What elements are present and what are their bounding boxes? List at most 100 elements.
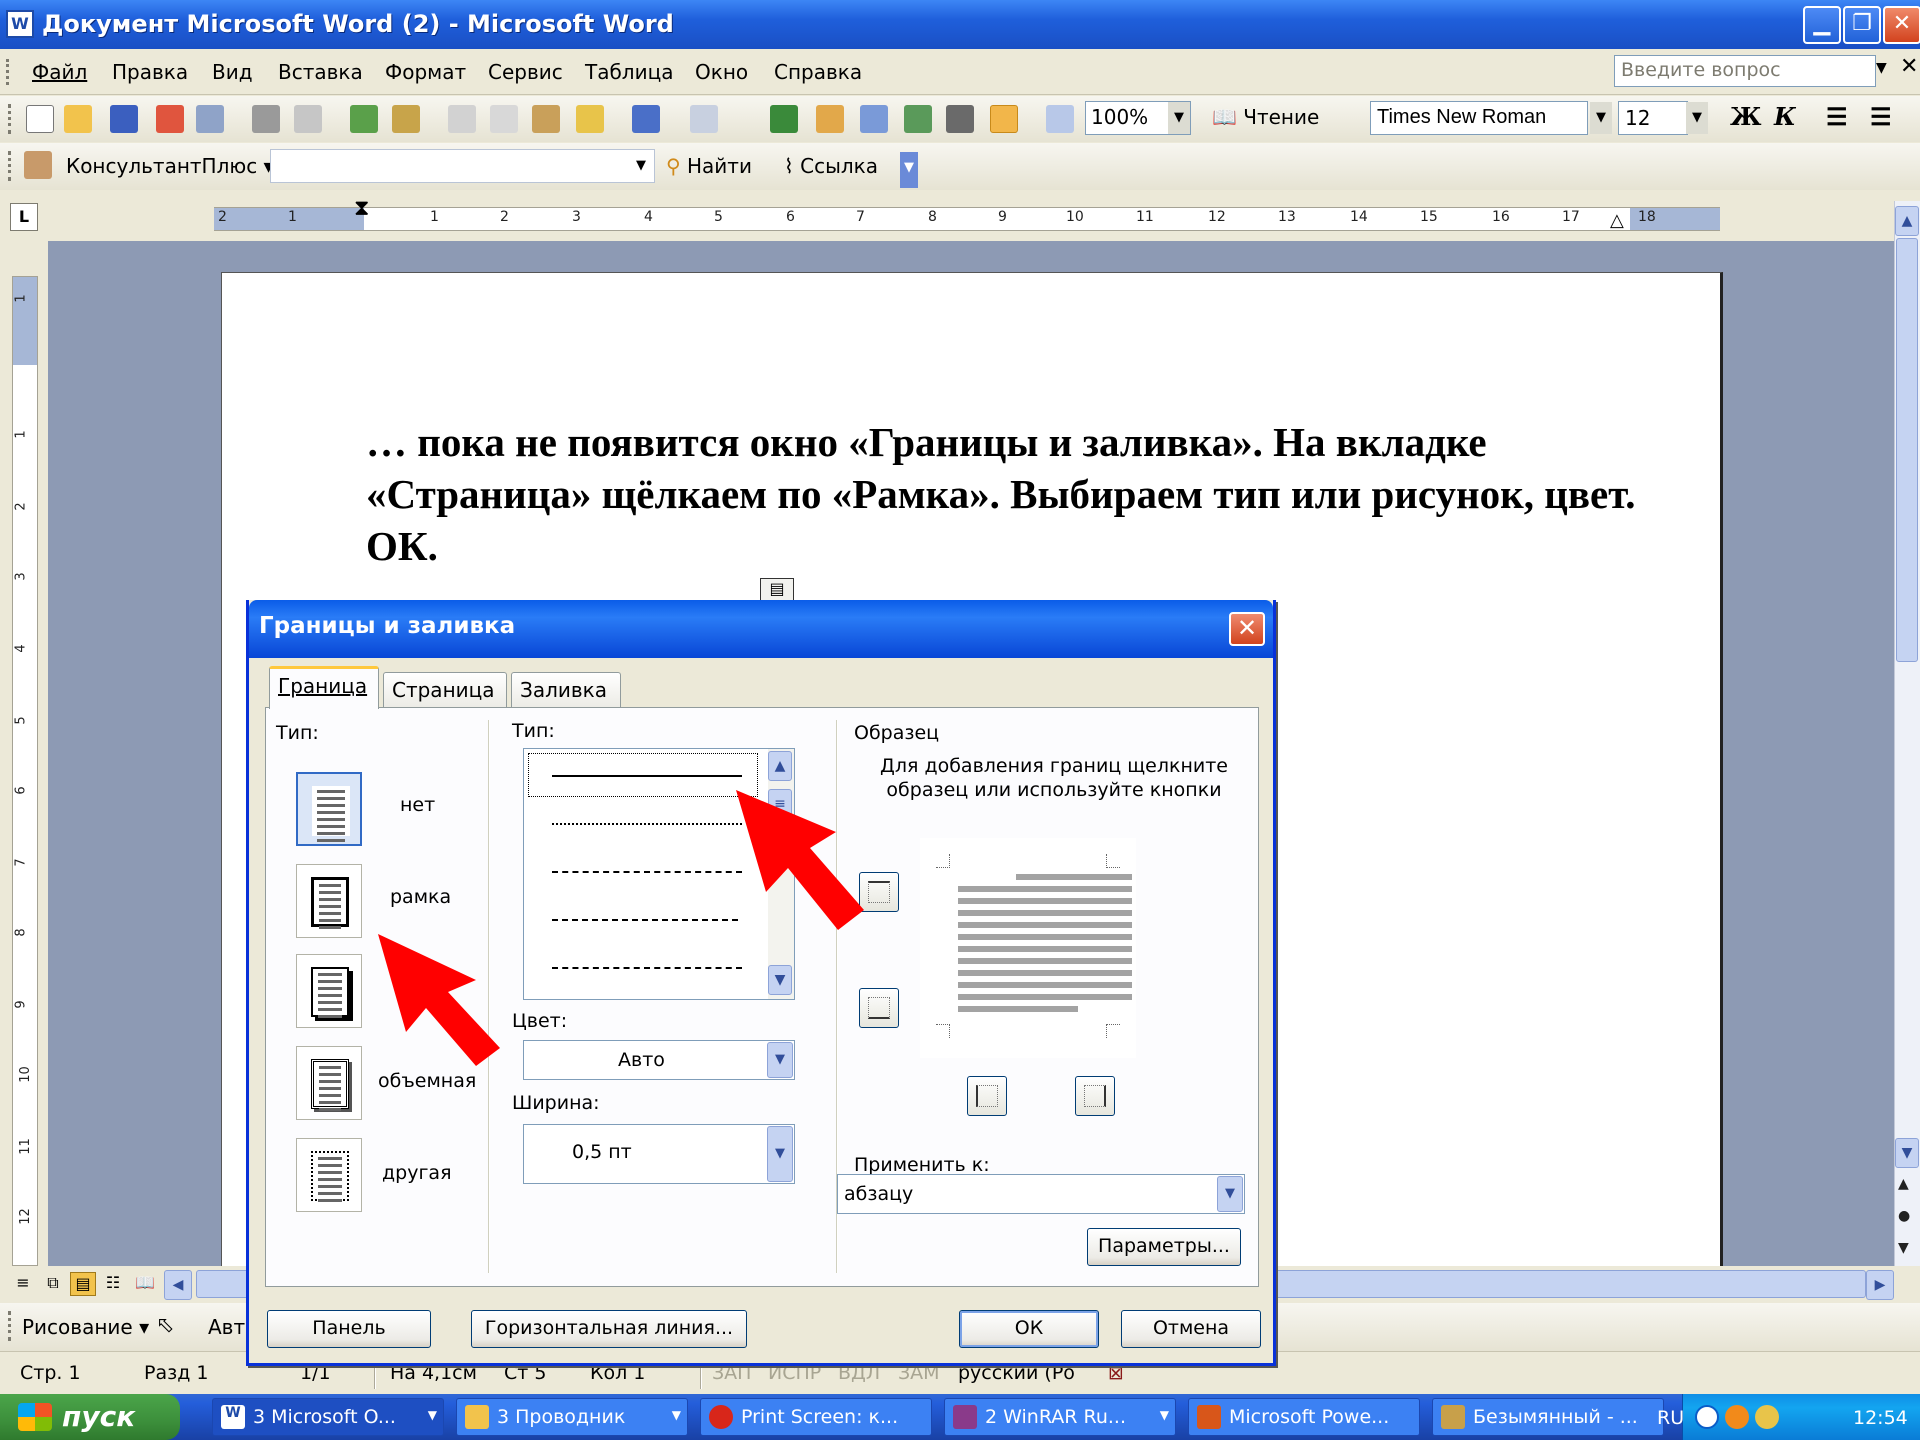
document-map-icon[interactable]	[1046, 105, 1074, 133]
line-style-dashed[interactable]	[552, 871, 742, 873]
minimize-button[interactable]: ▁	[1803, 6, 1841, 44]
task-opera[interactable]: Print Screen: к...	[700, 1398, 932, 1436]
horizontal-ruler[interactable]: 2 1 1 2 3 4 5 6 7 8 9 10 11 12 13 14 15 …	[214, 196, 1720, 231]
scroll-down-button[interactable]: ▼	[768, 965, 792, 995]
document-paragraph[interactable]: … пока не появится окно «Границы и залив…	[366, 416, 1656, 572]
format-painter-icon[interactable]	[576, 105, 604, 133]
setting-shadow-button[interactable]	[296, 954, 362, 1028]
hyperlink-icon[interactable]	[770, 105, 798, 133]
line-style-dotted[interactable]	[552, 823, 742, 825]
menu-table[interactable]: Таблица	[585, 60, 673, 84]
ok-button[interactable]: ОК	[959, 1310, 1099, 1348]
task-winrar[interactable]: 2 WinRAR Ru... ▼	[944, 1398, 1176, 1436]
insert-excel-icon[interactable]	[904, 105, 932, 133]
vertical-ruler[interactable]: 1 1 2 3 4 5 6 7 8 9 10 11 12	[12, 276, 38, 1266]
outline-view-icon[interactable]: ☷	[100, 1272, 126, 1296]
bold-button[interactable]: Ж	[1730, 102, 1762, 131]
menu-edit[interactable]: Правка	[112, 60, 188, 84]
toolbar-grip[interactable]	[8, 104, 12, 134]
normal-view-icon[interactable]: ≡	[10, 1272, 36, 1296]
scroll-up-button[interactable]: ▲	[768, 751, 792, 781]
setting-3d-button[interactable]	[296, 1046, 362, 1120]
print-icon[interactable]	[252, 105, 280, 133]
line-style-solid[interactable]	[552, 775, 742, 777]
font-size-combobox[interactable]: 12	[1618, 101, 1688, 135]
tab-stop-selector[interactable]: L	[10, 203, 38, 231]
web-view-icon[interactable]: ⧉	[40, 1272, 66, 1296]
toolbar-grip[interactable]	[8, 151, 12, 181]
toolbar-options-icon[interactable]: ▼	[900, 152, 918, 188]
tray-app-icon[interactable]	[1725, 1405, 1749, 1429]
tab-shading[interactable]: Заливка	[511, 672, 621, 708]
toolbar-grip[interactable]	[8, 1311, 12, 1341]
consultant-menu[interactable]: КонсультантПлюс ▾	[66, 154, 274, 178]
dialog-close-button[interactable]: ✕	[1229, 612, 1265, 646]
menu-file[interactable]: Файл	[32, 60, 87, 84]
task-explorer[interactable]: 3 Проводник ▼	[456, 1398, 688, 1436]
toolbar-panel-button[interactable]: Панель	[267, 1310, 431, 1348]
ask-question-input[interactable]: Введите вопрос	[1614, 55, 1876, 87]
menu-window[interactable]: Окно	[695, 60, 748, 84]
menu-insert[interactable]: Вставка	[278, 60, 363, 84]
tray-users-icon[interactable]	[1755, 1405, 1779, 1429]
chevron-down-icon[interactable]: ▼	[630, 150, 652, 182]
spelling-icon[interactable]	[350, 105, 378, 133]
next-page-icon[interactable]: ▼	[1898, 1240, 1909, 1256]
chevron-down-icon[interactable]: ▼	[767, 1042, 793, 1078]
task-powerpoint[interactable]: Microsoft Powe...	[1188, 1398, 1420, 1436]
copy-icon[interactable]	[490, 105, 518, 133]
autoshapes-menu[interactable]: Авт	[208, 1315, 245, 1339]
task-paint[interactable]: Безымянный - ...	[1432, 1398, 1664, 1436]
new-document-icon[interactable]	[26, 105, 54, 133]
chevron-down-icon[interactable]: ▼	[767, 1126, 793, 1182]
horizontal-line-button[interactable]: Горизонтальная линия...	[471, 1310, 747, 1348]
italic-button[interactable]: К	[1774, 102, 1796, 131]
tray-expand-icon[interactable]	[1695, 1405, 1719, 1429]
permission-icon[interactable]	[156, 105, 184, 133]
line-style-long-dash[interactable]	[552, 919, 738, 921]
redo-icon[interactable]	[690, 105, 718, 133]
drawing-menu[interactable]: Рисование ▾	[22, 1315, 149, 1339]
chevron-down-icon[interactable]: ▼	[1590, 102, 1612, 134]
color-combobox[interactable]: Авто ▼	[523, 1040, 795, 1080]
setting-custom-button[interactable]	[296, 1138, 362, 1212]
restore-button[interactable]: ❐	[1843, 6, 1881, 44]
chevron-down-icon[interactable]: ▼	[1168, 102, 1190, 134]
cancel-button[interactable]: Отмена	[1121, 1310, 1261, 1348]
options-button[interactable]: Параметры...	[1087, 1228, 1241, 1266]
link-button[interactable]: ⌇ Ссылка	[784, 154, 878, 178]
document-close-icon[interactable]: ✕	[1900, 54, 1918, 79]
research-icon[interactable]	[392, 105, 420, 133]
find-button[interactable]: ⚲ Найти	[666, 154, 752, 178]
tables-borders-icon[interactable]	[816, 105, 844, 133]
left-border-button[interactable]	[967, 1076, 1007, 1116]
width-combobox[interactable]: 0,5 пт ▼	[523, 1124, 795, 1184]
consultant-search-input[interactable]	[270, 149, 655, 183]
scroll-right-button[interactable]: ▶	[1866, 1270, 1894, 1300]
email-icon[interactable]	[196, 105, 224, 133]
font-name-combobox[interactable]: Times New Roman	[1370, 101, 1588, 135]
print-layout-icon[interactable]: ▤	[70, 1272, 96, 1296]
open-folder-icon[interactable]	[64, 105, 92, 133]
select-objects-icon[interactable]: ⬁	[156, 1313, 174, 1338]
scroll-down-button[interactable]: ▼	[1895, 1138, 1919, 1168]
menu-tools[interactable]: Сервис	[488, 60, 563, 84]
menu-help[interactable]: Справка	[774, 60, 862, 84]
drawing-icon[interactable]	[990, 105, 1018, 133]
chevron-down-icon[interactable]: ▼	[1217, 1176, 1243, 1212]
close-button[interactable]: ✕	[1883, 6, 1920, 44]
columns-icon[interactable]	[946, 105, 974, 133]
right-indent-marker-icon[interactable]: △	[1610, 210, 1624, 231]
chevron-down-icon[interactable]: ▼	[1876, 60, 1892, 76]
setting-box-button[interactable]	[296, 864, 362, 938]
reading-mode-button[interactable]: 📖 Чтение	[1212, 105, 1319, 129]
indent-marker-icon[interactable]: ⧗	[354, 196, 369, 221]
previous-page-icon[interactable]: ▲	[1898, 1176, 1909, 1192]
undo-icon[interactable]	[632, 105, 660, 133]
apply-to-combobox[interactable]: абзацу ▼	[837, 1174, 1245, 1214]
reading-view-icon[interactable]: 📖	[132, 1272, 158, 1296]
scroll-thumb[interactable]	[1896, 238, 1918, 662]
scroll-left-button[interactable]: ◀	[164, 1270, 192, 1300]
tab-borders[interactable]: Граница	[269, 666, 379, 709]
task-word[interactable]: W 3 Microsoft O... ▼	[212, 1398, 444, 1436]
